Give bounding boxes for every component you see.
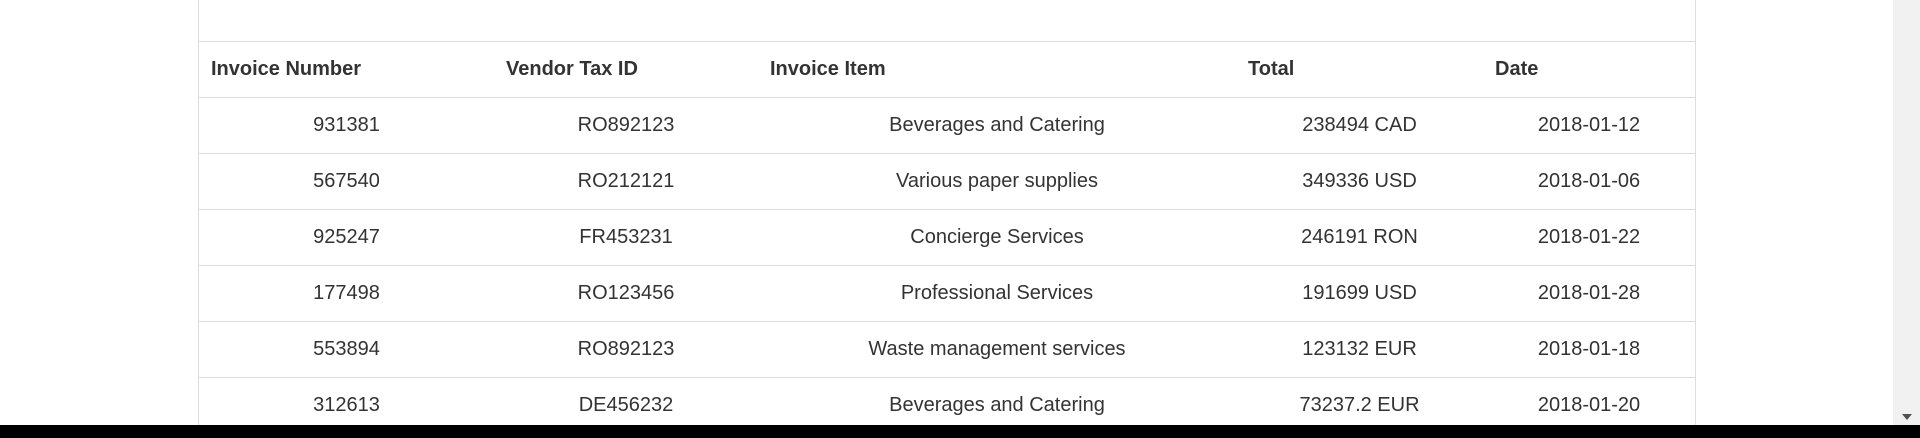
column-header-vendor-tax-id[interactable]: Vendor Tax ID	[494, 41, 758, 98]
cell-total: 246191 RON	[1236, 209, 1483, 266]
table-row[interactable]: 925247 FR453231 Concierge Services 24619…	[199, 209, 1695, 266]
cell-invoice-item: Beverages and Catering	[758, 377, 1236, 425]
cell-date: 2018-01-28	[1483, 265, 1695, 322]
vertical-scrollbar[interactable]	[1893, 0, 1920, 425]
cell-invoice-item: Waste management services	[758, 321, 1236, 378]
cell-date: 2018-01-12	[1483, 97, 1695, 154]
cell-vendor-tax-id: RO892123	[494, 321, 758, 378]
chevron-down-icon[interactable]	[1902, 414, 1912, 420]
cell-invoice-number: 177498	[199, 265, 494, 322]
cell-vendor-tax-id: DE456232	[494, 377, 758, 425]
cell-invoice-item: Various paper supplies	[758, 153, 1236, 210]
cell-total: 123132 EUR	[1236, 321, 1483, 378]
cell-date: 2018-01-20	[1483, 377, 1695, 425]
table-row[interactable]: 931381 RO892123 Beverages and Catering 2…	[199, 97, 1695, 154]
cell-date: 2018-01-06	[1483, 153, 1695, 210]
cell-total: 238494 CAD	[1236, 97, 1483, 154]
cell-invoice-number: 312613	[199, 377, 494, 425]
table-header-row: Invoice Number Vendor Tax ID Invoice Ite…	[199, 41, 1695, 98]
bottom-edge-bar	[0, 425, 1920, 438]
table-row[interactable]: 312613 DE456232 Beverages and Catering 7…	[199, 377, 1695, 425]
cell-date: 2018-01-22	[1483, 209, 1695, 266]
cell-invoice-number: 931381	[199, 97, 494, 154]
cell-vendor-tax-id: FR453231	[494, 209, 758, 266]
cell-total: 191699 USD	[1236, 265, 1483, 322]
cell-vendor-tax-id: RO123456	[494, 265, 758, 322]
column-header-date[interactable]: Date	[1483, 41, 1695, 98]
cell-total: 349336 USD	[1236, 153, 1483, 210]
cell-invoice-item: Concierge Services	[758, 209, 1236, 266]
cell-total: 73237.2 EUR	[1236, 377, 1483, 425]
cell-invoice-item: Beverages and Catering	[758, 97, 1236, 154]
invoice-panel: Invoice Number Vendor Tax ID Invoice Ite…	[198, 0, 1696, 425]
column-header-invoice-item[interactable]: Invoice Item	[758, 41, 1236, 98]
table-row[interactable]: 567540 RO212121 Various paper supplies 3…	[199, 153, 1695, 210]
cell-invoice-item: Professional Services	[758, 265, 1236, 322]
page-viewport: Invoice Number Vendor Tax ID Invoice Ite…	[0, 0, 1920, 425]
table-row[interactable]: 177498 RO123456 Professional Services 19…	[199, 265, 1695, 322]
column-header-invoice-number[interactable]: Invoice Number	[199, 41, 494, 98]
cell-invoice-number: 553894	[199, 321, 494, 378]
cell-invoice-number: 925247	[199, 209, 494, 266]
column-header-total[interactable]: Total	[1236, 41, 1483, 98]
table-row[interactable]: 553894 RO892123 Waste management service…	[199, 321, 1695, 378]
cell-invoice-number: 567540	[199, 153, 494, 210]
cell-vendor-tax-id: RO212121	[494, 153, 758, 210]
invoice-table: Invoice Number Vendor Tax ID Invoice Ite…	[199, 41, 1695, 425]
cell-date: 2018-01-18	[1483, 321, 1695, 378]
cell-vendor-tax-id: RO892123	[494, 97, 758, 154]
